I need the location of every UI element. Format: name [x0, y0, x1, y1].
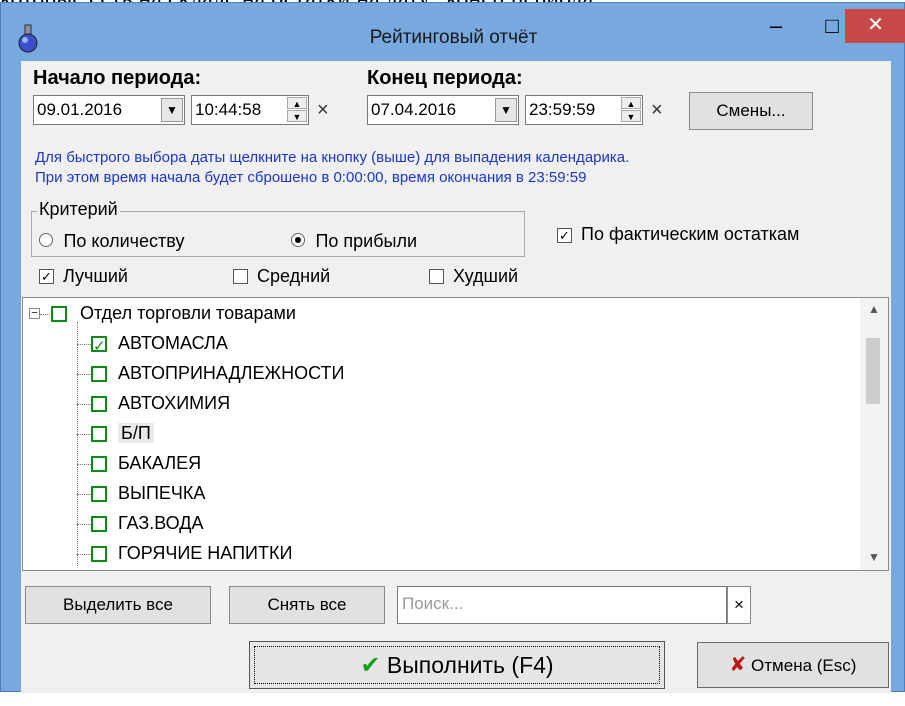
tree-item-label: ГОРЯЧИЕ НАПИТКИ: [118, 543, 293, 563]
tree-item[interactable]: Б/П: [77, 418, 344, 448]
tree-item-label: Б/П: [118, 423, 154, 443]
cancel-label: Отмена (Esc): [751, 656, 857, 675]
rating-worst-checkbox[interactable]: [429, 269, 444, 284]
tree-item-checkbox[interactable]: [91, 456, 107, 473]
radio-quantity-label: По количеству: [63, 231, 185, 251]
rating-best-checkbox[interactable]: ✓: [39, 269, 54, 284]
start-time-spinner[interactable]: 10:44:58 ▲ ▼: [191, 95, 309, 125]
search-clear-icon[interactable]: ×: [727, 586, 751, 624]
scroll-down-icon[interactable]: ▼: [868, 550, 880, 564]
tree-item-label: ГАЗ.ВОДА: [118, 513, 204, 533]
report-window: Рейтинговый отчёт – □ ✕ Начало периода: …: [0, 2, 905, 693]
end-time-value: 23:59:59: [529, 100, 596, 119]
dialog-body: Начало периода: 09.01.2016 ▼ 10:44:58 ▲ ▼…: [21, 61, 891, 693]
tree-item-label: АВТОПРИНАДЛЕЖНОСТИ: [118, 363, 345, 383]
scroll-thumb[interactable]: [866, 338, 880, 404]
actual-stock-checkbox[interactable]: ✓: [557, 228, 572, 243]
clear-start-icon[interactable]: ×: [317, 99, 329, 122]
tree-item-label: АВТОХИМИЯ: [118, 393, 231, 413]
end-time-spinner[interactable]: 23:59:59 ▲ ▼: [525, 95, 643, 125]
start-time-spin-icon[interactable]: ▲ ▼: [287, 97, 307, 123]
start-time-value: 10:44:58: [195, 100, 262, 119]
scroll-up-icon[interactable]: ▲: [868, 302, 880, 316]
tree-item-label: АВТОМАСЛА: [118, 333, 228, 353]
select-all-button[interactable]: Выделить все: [25, 586, 211, 624]
actual-stock-label: По фактическим остаткам: [581, 224, 800, 244]
deselect-all-button[interactable]: Снять все: [229, 586, 385, 624]
hint-line-2: При этом время начала будет сброшено в 0…: [35, 169, 587, 186]
end-date-dropdown-icon[interactable]: ▼: [495, 98, 517, 122]
tree-item[interactable]: ВЫПЕЧКА: [77, 478, 344, 508]
tree-item[interactable]: АВТОПРИНАДЛЕЖНОСТИ: [77, 358, 344, 388]
tree-item[interactable]: БАКАЛЕЯ: [77, 448, 344, 478]
tree-item-checkbox[interactable]: [91, 366, 107, 383]
tree-item[interactable]: АВТОМАСЛА: [77, 328, 344, 362]
tree-scrollbar[interactable]: ▲ ▼: [860, 298, 888, 570]
tree-item-checkbox[interactable]: [91, 426, 107, 443]
criteria-group-title: Критерий: [37, 199, 120, 220]
rating-average-label: Средний: [257, 266, 331, 286]
tree-root-label: Отдел торговли товарами: [80, 303, 296, 323]
title-bar[interactable]: Рейтинговый отчёт – □ ✕: [1, 3, 905, 67]
start-date-dropdown-icon[interactable]: ▼: [161, 98, 183, 122]
search-input[interactable]: Поиск...: [397, 586, 727, 624]
radio-profit-label: По прибыли: [315, 231, 418, 251]
radio-by-profit[interactable]: По прибыли: [291, 231, 417, 252]
start-date-value: 09.01.2016: [37, 100, 123, 119]
end-period-label: Конец периода:: [367, 67, 523, 89]
execute-button[interactable]: ✔ Выполнить (F4): [249, 641, 665, 689]
tree-root-checkbox[interactable]: [51, 306, 67, 323]
rating-worst-label: Худший: [453, 266, 519, 286]
tree-item-checkbox[interactable]: [91, 332, 107, 362]
start-date-combo[interactable]: 09.01.2016 ▼: [33, 95, 185, 125]
tree-item-checkbox[interactable]: [91, 486, 107, 503]
radio-quantity-indicator[interactable]: [39, 233, 53, 247]
close-button[interactable]: ✕: [845, 9, 905, 43]
clear-end-icon[interactable]: ×: [651, 99, 663, 122]
shifts-button[interactable]: Смены...: [689, 92, 813, 130]
end-date-value: 07.04.2016: [371, 100, 457, 119]
tree-item-checkbox[interactable]: [91, 396, 107, 413]
tree-item[interactable]: ГАЗ.ВОДА: [77, 508, 344, 538]
tree-item-label: БАКАЛЕЯ: [118, 453, 202, 473]
cross-icon: ✘: [729, 654, 747, 676]
cancel-button[interactable]: ✘ Отмена (Esc): [697, 642, 889, 688]
department-tree[interactable]: − Отдел торговли товарами АВТОМАСЛА АВТО…: [22, 297, 889, 571]
radio-profit-indicator[interactable]: [291, 233, 305, 247]
tree-children: АВТОМАСЛА АВТОПРИНАДЛЕЖНОСТИ АВТОХИМИЯ Б…: [77, 328, 344, 568]
end-time-spin-icon[interactable]: ▲ ▼: [621, 97, 641, 123]
rating-average-checkbox[interactable]: [233, 269, 248, 284]
tree-connector: [40, 314, 50, 315]
tree-root[interactable]: Отдел торговли товарами: [51, 298, 296, 328]
rating-best-label: Лучший: [63, 266, 128, 286]
tree-item-checkbox[interactable]: [91, 516, 107, 533]
tree-item-checkbox[interactable]: [91, 546, 107, 563]
tree-item-label: ВЫПЕЧКА: [118, 483, 206, 503]
hint-line-1: Для быстрого выбора даты щелкните на кно…: [35, 149, 630, 166]
collapse-icon[interactable]: −: [29, 308, 40, 319]
execute-label: Выполнить (F4): [386, 652, 554, 678]
minimize-button[interactable]: –: [747, 9, 805, 43]
tree-item[interactable]: АВТОХИМИЯ: [77, 388, 344, 418]
radio-by-quantity[interactable]: По количеству: [39, 231, 184, 252]
tree-item[interactable]: ГОРЯЧИЕ НАПИТКИ: [77, 538, 344, 568]
check-icon: ✔: [360, 652, 381, 679]
end-date-combo[interactable]: 07.04.2016 ▼: [367, 95, 519, 125]
start-period-label: Начало периода:: [33, 67, 202, 89]
